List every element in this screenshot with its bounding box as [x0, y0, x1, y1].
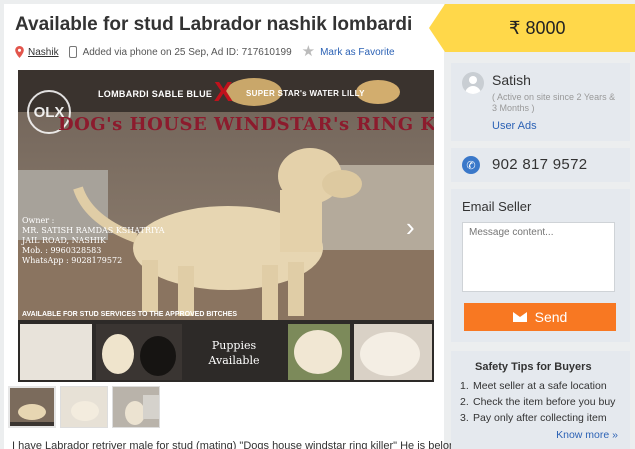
phone-icon: ✆ [462, 156, 480, 174]
thumbnail-2[interactable] [60, 386, 108, 428]
avatar [462, 72, 484, 94]
thumbnail-image [61, 387, 107, 427]
mark-favorite-link[interactable]: Mark as Favorite [320, 47, 394, 58]
send-button-label: Send [534, 309, 568, 325]
envelope-icon [512, 312, 527, 322]
main-photo[interactable]: OLX LOMBARDI SABLE BLUE X SUPER STAR's W… [18, 70, 434, 382]
photo-stud-text: AVAILABLE FOR STUD SERVICES TO THE APPRO… [22, 311, 238, 318]
photo-contact-block: Owner : MR. SATISH RAMDAS KSHATRIYA JAIL… [22, 216, 165, 266]
thumbnail-3[interactable] [112, 386, 160, 428]
photo-dam-label: SUPER STAR's WATER LILLY [246, 89, 365, 98]
know-more-link[interactable]: Know more » [556, 429, 618, 441]
ad-meta-row: Nashik Added via phone on 25 Sep, Ad ID:… [15, 44, 395, 59]
email-seller-card: Email Seller Send [451, 189, 630, 342]
user-ads-link[interactable]: User Ads [492, 120, 537, 132]
thumbnail-image [10, 388, 54, 426]
photo-sire-label: LOMBARDI SABLE BLUE [98, 89, 213, 99]
list-item: 1. Meet seller at a safe location [460, 380, 607, 392]
thumbnail-strip [8, 386, 160, 428]
thumbnail-1[interactable] [8, 386, 56, 428]
phone-number[interactable]: 902 817 9572 [492, 156, 587, 173]
seller-card: Satish ( Active on site since 2 Years & … [451, 63, 630, 141]
photo-cross-mark: X [214, 76, 233, 107]
list-item: 2. Check the item before you buy [460, 396, 616, 408]
message-input[interactable] [462, 222, 615, 292]
location-link[interactable]: Nashik [28, 47, 59, 58]
safety-tips-title: Safety Tips for Buyers [475, 361, 592, 373]
photo-contact-line: Mob. : 9960328583 [22, 246, 102, 255]
email-seller-title: Email Seller [462, 199, 532, 214]
location-pin-icon [15, 46, 24, 58]
price-amount: 8000 [525, 17, 566, 38]
photo-puppies-text: Puppies Available [202, 338, 266, 368]
send-button[interactable]: Send [464, 303, 616, 331]
photo-banner-text: DOG's HOUSE WINDSTAR's RING KILLER [58, 114, 434, 135]
ad-title: Available for stud Labrador nashik lomba… [15, 14, 413, 35]
ad-main-panel: Available for stud Labrador nashik lomba… [4, 4, 461, 449]
photo-contact-line: Owner : [22, 216, 55, 225]
phone-card[interactable]: ✆ 902 817 9572 [451, 148, 630, 182]
seller-name[interactable]: Satish [492, 72, 531, 88]
puppies-line: Puppies [211, 339, 257, 352]
ad-description: I have Labrador retriver male for stud (… [12, 440, 462, 449]
photo-contact-line: MR. SATISH RAMDAS KSHATRIYA [22, 226, 165, 235]
phone-icon [68, 46, 77, 58]
safety-tips-card: Safety Tips for Buyers 1. Meet seller at … [451, 351, 630, 449]
photo-contact-line: WhatsApp : 9028179572 [22, 256, 123, 265]
list-item: 3. Pay only after collecting item [460, 412, 607, 424]
photo-contact-line: JAIL ROAD, NASHIK [22, 236, 106, 245]
star-icon[interactable]: ★ [302, 44, 315, 59]
seller-active-since: ( Active on site since 2 Years & 3 Month… [492, 92, 616, 113]
chevron-right-icon[interactable]: › [406, 214, 415, 240]
safety-tips-list: 1. Meet seller at a safe location 2. Check… [460, 378, 615, 426]
ad-added-info: Added via phone on 25 Sep, Ad ID: 717610… [82, 46, 292, 58]
price-tag: ₹ 8000 [429, 4, 635, 52]
puppies-line: Available [208, 354, 260, 367]
currency-symbol: ₹ [509, 17, 521, 38]
thumbnail-image [113, 387, 159, 427]
